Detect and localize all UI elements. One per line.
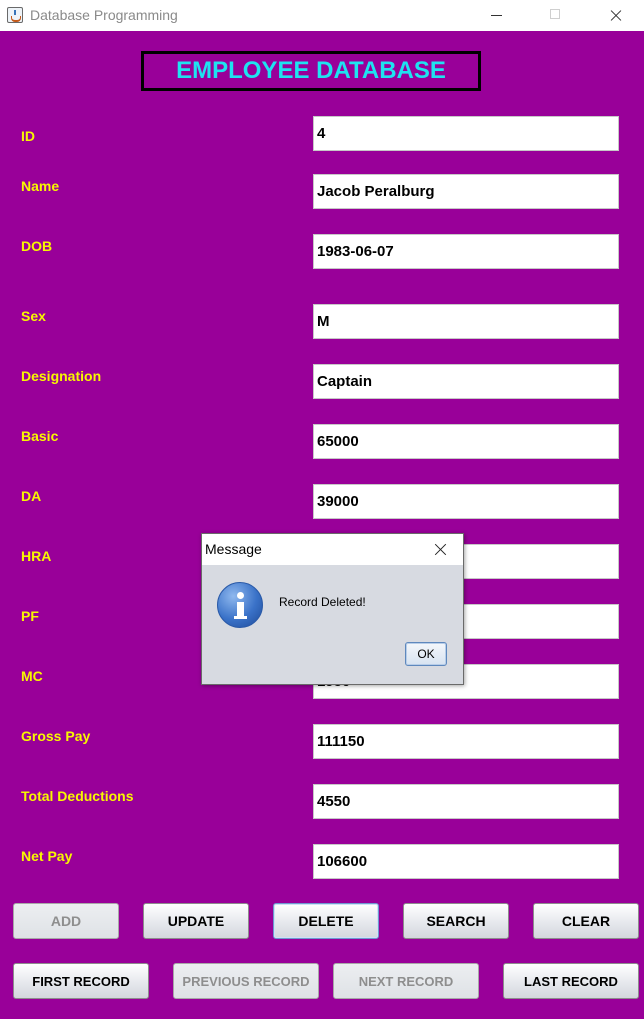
designation-label: Designation: [21, 368, 102, 384]
basic-field[interactable]: [313, 424, 619, 459]
mc-label: MC: [21, 668, 43, 684]
name-field[interactable]: [313, 174, 619, 209]
minimize-icon[interactable]: [474, 0, 520, 31]
dialog-titlebar: Message: [202, 534, 463, 565]
name-label: Name: [21, 178, 60, 194]
window-title: Database Programming: [30, 7, 178, 23]
da-field[interactable]: [313, 484, 619, 519]
id-label: ID: [21, 128, 35, 144]
message-dialog: Message Record Deleted! OK: [201, 533, 464, 685]
information-icon: [217, 582, 263, 628]
search-button[interactable]: SEARCH: [403, 903, 509, 939]
employee-form: EMPLOYEE DATABASE ID Name DOB Sex Design…: [0, 31, 644, 1019]
gross-pay-label: Gross Pay: [21, 728, 91, 744]
dialog-title: Message: [205, 541, 262, 557]
basic-label: Basic: [21, 428, 59, 444]
window-titlebar: Database Programming: [0, 0, 644, 31]
form-title: EMPLOYEE DATABASE: [176, 57, 446, 84]
last-record-button[interactable]: LAST RECORD: [503, 963, 639, 999]
ok-button[interactable]: OK: [405, 642, 447, 666]
next-record-button[interactable]: NEXT RECORD: [333, 963, 479, 999]
update-button[interactable]: UPDATE: [143, 903, 249, 939]
pf-label: PF: [21, 608, 39, 624]
designation-field[interactable]: [313, 364, 619, 399]
clear-button[interactable]: CLEAR: [533, 903, 639, 939]
hra-label: HRA: [21, 548, 52, 564]
dob-label: DOB: [21, 238, 53, 254]
close-icon[interactable]: [592, 0, 638, 31]
dialog-message: Record Deleted!: [279, 595, 366, 609]
previous-record-button[interactable]: PREVIOUS RECORD: [173, 963, 319, 999]
maximize-icon[interactable]: [532, 0, 578, 31]
delete-button[interactable]: DELETE: [273, 903, 379, 939]
form-banner: EMPLOYEE DATABASE: [141, 51, 481, 91]
total-deductions-label: Total Deductions: [21, 788, 134, 804]
total-deductions-field[interactable]: [313, 784, 619, 819]
gross-pay-field[interactable]: [313, 724, 619, 759]
add-button[interactable]: ADD: [13, 903, 119, 939]
net-pay-field[interactable]: [313, 844, 619, 879]
dob-field[interactable]: [313, 234, 619, 269]
dialog-close-icon[interactable]: [432, 542, 448, 558]
sex-field[interactable]: [313, 304, 619, 339]
da-label: DA: [21, 488, 42, 504]
net-pay-label: Net Pay: [21, 848, 73, 864]
first-record-button[interactable]: FIRST RECORD: [13, 963, 149, 999]
id-field[interactable]: [313, 116, 619, 151]
sex-label: Sex: [21, 308, 46, 324]
java-cup-icon: [7, 7, 23, 23]
